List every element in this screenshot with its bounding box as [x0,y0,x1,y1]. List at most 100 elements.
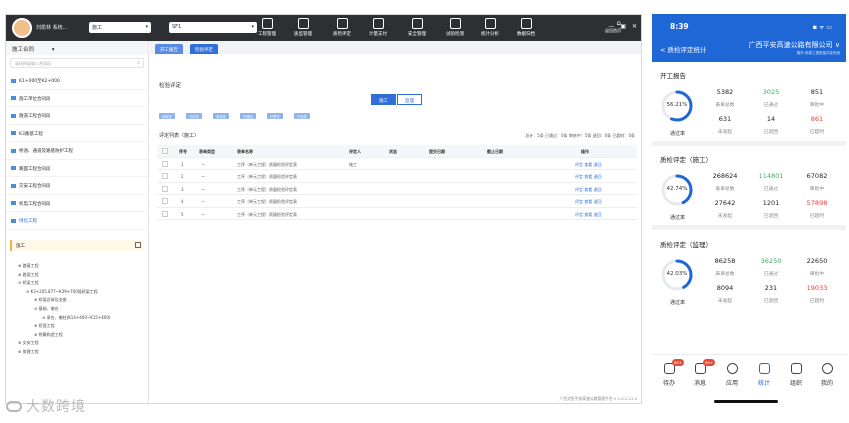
select-all-checkbox[interactable] [162,148,168,154]
tree-node[interactable]: ⊖ 桥梁工程 [18,280,146,289]
row-actions[interactable]: 评定 查看 退回 [575,199,602,205]
filter-button[interactable]: 已评定 [185,113,202,119]
tree-node[interactable]: ⊕ 桥梁总体及支座 [18,297,146,306]
project-select[interactable]: 施工 ▾ [89,22,151,33]
stat-overdue[interactable]: 57898 [794,199,840,207]
stat-returned[interactable]: 14 [748,115,794,123]
tree-node[interactable]: ⊖ 基础、墩台 [18,306,146,315]
sidebar-item[interactable]: 机电工程合同段 [6,195,148,212]
nav-todo[interactable]: 99+ 待办 [656,359,684,387]
stat-not-started[interactable]: 27642 [702,199,748,207]
filter-button[interactable]: 已签字 [266,113,283,119]
stat-returned[interactable]: 231 [748,284,794,292]
module-quality-evaluation[interactable]: 质检评定 [325,18,359,37]
stat-not-started[interactable]: 8094 [702,284,748,292]
stat-total[interactable]: 5382 [702,88,748,96]
stat-not-started[interactable]: 631 [702,115,748,123]
nav-messages[interactable]: 99+ 消息 [687,359,715,387]
sidebar-item[interactable]: 路面工程合同段 [6,160,148,177]
stat-total[interactable]: 86258 [702,257,748,265]
stat-total[interactable]: 268624 [702,172,748,180]
row-checkbox[interactable] [162,173,168,179]
sidebar-item[interactable]: 交安工程合同段 [6,177,148,195]
module-testing[interactable]: 试验检测 [438,18,472,37]
segment-construction[interactable]: 施工 [371,94,396,105]
tree-node[interactable]: ⊕ 路面工程 [18,272,146,281]
module-statistics[interactable]: 统计分析 [473,18,507,37]
row-checkbox[interactable] [162,185,168,192]
sidebar-item-active[interactable]: 绿化工程 [6,212,148,230]
tree-node[interactable]: ⊖ 承台、墩柱(K14+400~K15+400) [18,315,146,324]
stat-passed[interactable]: 114801 [748,172,794,180]
row-actions[interactable]: 评定 查看 退回 [575,174,602,180]
stat-overdue[interactable]: 19033 [794,284,840,292]
nav-statistics[interactable]: 统计 [751,363,777,387]
stat-reviewing[interactable]: 67082 [794,172,840,180]
row-checkbox[interactable] [162,198,168,204]
sidebar-item[interactable]: K3路基工程 [6,125,148,142]
stat-caption: 已退回 [763,299,779,304]
nav-organization[interactable]: 组织 [783,363,809,387]
tree-node[interactable]: ⊕ 路基工程 [18,263,146,272]
row-actions[interactable]: 评定 查看 退回 [575,212,602,218]
calculator-icon [372,18,384,29]
module-safety[interactable]: 安全管理 [400,18,434,37]
filter-button[interactable]: 已退回 [239,113,256,119]
tree-node[interactable]: ⊕ 附属构造工程 [18,332,146,341]
filter-button[interactable]: 待评定 [159,113,175,119]
tree-node[interactable]: ⊕ 交安工程 [18,340,146,349]
tab-startup-report[interactable]: 开工报告 [155,44,183,54]
nav-apps[interactable]: 应用 [719,363,745,387]
filter-button[interactable]: 未评定 [212,113,229,119]
segment-supervision[interactable]: 监理 [397,94,422,105]
sidebar-item[interactable]: K1+000至K2+000 [6,72,148,90]
module-label: 统计分析 [481,32,499,37]
back-button[interactable]: < 质检评定统计 [660,44,707,54]
row-checkbox[interactable] [162,160,168,167]
sidebar-item[interactable]: 施工单位合同段 [6,90,148,107]
row-checkbox[interactable] [162,210,168,217]
stat-passed[interactable]: 36250 [748,257,794,265]
module-quality-supervision[interactable]: 质监管理 [286,18,320,37]
unit-select[interactable]: SF1 ▾ [169,22,257,33]
window-controls[interactable]: — ▣ ✕ [608,23,639,30]
filter-button[interactable]: 已完成 [293,113,310,119]
nav-profile[interactable]: 我的 [814,363,840,387]
tab-quality-evaluation[interactable]: 检验评定 [190,44,218,54]
stat-caption: 审批中 [809,103,825,108]
sidebar-item[interactable]: 桥涵、通道及路基防护工程 [6,142,148,160]
user-name[interactable]: 刘凯林 系统... [36,24,67,31]
table-row[interactable]: 1 — 工序（单元工程）质量检验评定表 施工 评定 查看 退回 [157,158,637,170]
table-row[interactable]: 3 — 工序（单元工程）质量检验评定表 评定 查看 退回 [157,183,637,195]
tree-node[interactable]: ⊕ 房建工程 [18,349,146,358]
module-archive[interactable]: 数据归档 [509,18,543,37]
row-actions[interactable]: 评定 查看 退回 [575,187,602,193]
stat-reviewing[interactable]: 851 [794,88,840,96]
sidebar-header[interactable]: 施工合同 ▾ [6,41,148,55]
stat-overdue[interactable]: 861 [794,115,840,123]
sidebar-item[interactable]: 隧道工程合同段 [6,107,148,125]
stat-reviewing[interactable]: 22650 [794,257,840,265]
module-engineering[interactable]: 工程管理 [250,18,284,37]
expand-icon[interactable] [135,242,141,248]
cell-no: 2 [181,174,184,179]
mobile-app: 8:39 ◾ ᯤ ▭ < 质检评定统计 广西平安高速公路有限公司 ∨ 格外-桥梁… [652,14,846,406]
pass-rate-value: 42.03% [666,271,688,277]
table-row[interactable]: 2 — 工序（单元工程）质量检验评定表 评定 查看 退回 [157,170,637,183]
user-avatar[interactable] [12,18,32,38]
company-selector[interactable]: 广西平安高速公路有限公司 ∨ 格外-桥梁工程质量评定系统 [749,40,840,56]
table-row[interactable]: 4 — 工序（单元工程）质量检验评定表 评定 查看 退回 [157,195,637,208]
stat-caption: 未发起 [717,299,733,304]
table-row[interactable]: 5 — 工序（单元工程）质量检验评定表 评定 查看 退回 [157,208,637,220]
stat-passed[interactable]: 3025 [748,88,794,96]
pass-rate-label: 通过率 [670,215,686,221]
stat-returned[interactable]: 1201 [748,199,794,207]
module-payment[interactable]: 计量支付 [361,18,395,37]
folder-icon [11,201,16,205]
section-panel[interactable]: 施工 [10,240,144,251]
row-actions[interactable]: 评定 查看 退回 [575,162,602,168]
tree-node[interactable]: ⊖ K3+205.877~K39+700段桥梁工程 [18,289,146,298]
computer-icon [484,18,496,29]
sidebar-search-input[interactable]: 请选择或输入合同段 ⌕ [10,58,144,68]
tree-node[interactable]: ⊕ 桥面工程 [18,323,146,332]
